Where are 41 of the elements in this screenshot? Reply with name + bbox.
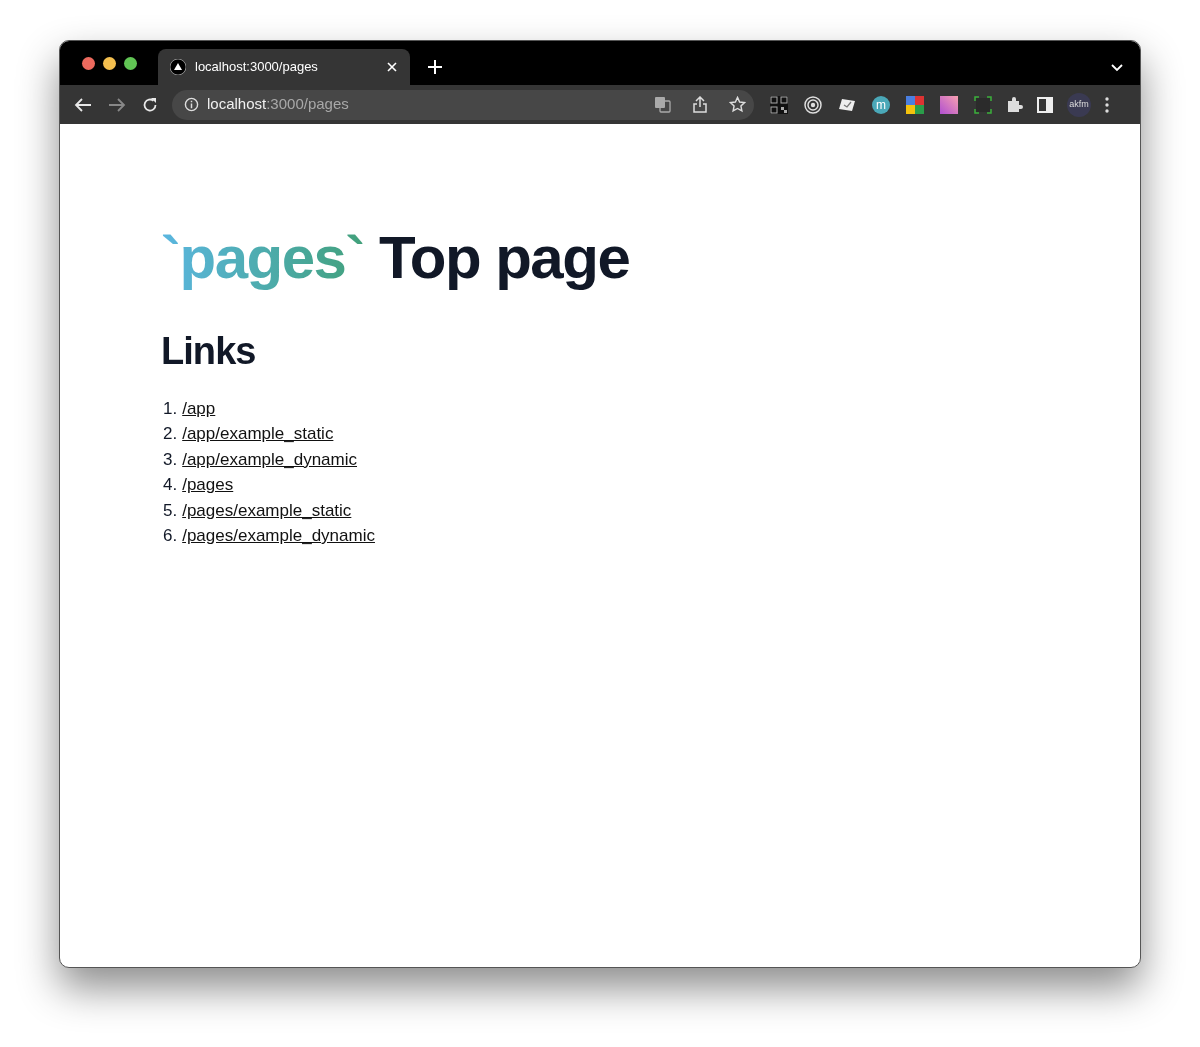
more-menu-icon[interactable] <box>1105 96 1109 113</box>
list-number: 2. <box>163 423 178 446</box>
link[interactable]: /pages <box>182 472 234 498</box>
profile-avatar[interactable]: akfm <box>1067 92 1091 117</box>
forward-arrow-icon[interactable] <box>108 96 126 113</box>
link[interactable]: /app/example_dynamic <box>182 446 357 473</box>
target-icon[interactable] <box>804 95 822 114</box>
heading-text: Top page <box>379 224 630 291</box>
link[interactable]: /pages/example_static <box>182 497 352 524</box>
list-number: 4. <box>163 474 178 497</box>
browser-tab[interactable]: localhost:3000/pages <box>158 49 410 85</box>
puzzle-piece-icon[interactable] <box>1006 96 1023 113</box>
triangle-icon <box>170 59 186 75</box>
close-icon[interactable] <box>386 61 398 73</box>
url-text[interactable]: localhost:3000/pages <box>207 93 646 116</box>
gradient-square-icon[interactable] <box>940 95 958 114</box>
back-arrow-icon[interactable] <box>74 96 92 113</box>
list-number: 3. <box>163 448 178 471</box>
section-heading: Links <box>161 332 257 370</box>
frame-corners-icon[interactable] <box>974 95 992 114</box>
tab-title: localhost:3000/pages <box>195 58 319 77</box>
side-panel-icon[interactable] <box>1037 96 1053 113</box>
star-icon[interactable] <box>729 96 746 113</box>
new-tab-icon[interactable] <box>428 60 442 74</box>
maximize-window-button[interactable] <box>124 57 137 70</box>
link[interactable]: /pages/example_dynamic <box>182 523 375 549</box>
close-window-button[interactable] <box>82 57 95 70</box>
reload-icon[interactable] <box>142 96 158 113</box>
share-icon[interactable] <box>693 96 707 113</box>
link[interactable]: /app <box>182 396 216 422</box>
list-number: 5. <box>163 499 178 522</box>
chevron-down-icon[interactable] <box>1111 64 1123 72</box>
qr-code-icon[interactable] <box>770 95 788 114</box>
info-icon[interactable] <box>184 97 199 112</box>
translate-icon[interactable] <box>654 96 671 113</box>
list-number: 6. <box>163 525 178 548</box>
link[interactable]: /app/example_static <box>182 421 334 447</box>
minimize-window-button[interactable] <box>103 57 116 70</box>
list-number: 1. <box>163 398 178 420</box>
address-bar[interactable]: localhost:3000/pages <box>172 89 754 120</box>
note-icon[interactable] <box>838 97 856 112</box>
